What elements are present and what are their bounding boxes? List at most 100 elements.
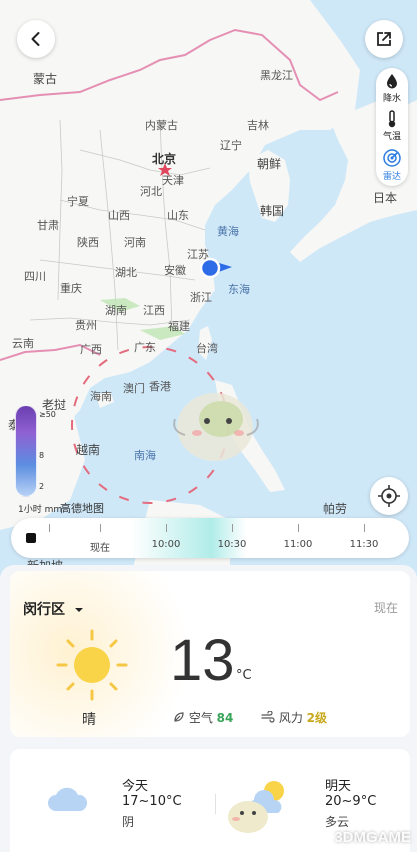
current-condition: 晴	[82, 712, 96, 728]
map-label-beijing: 北京	[152, 152, 177, 166]
legend-caption: 1小时 mm	[18, 505, 63, 515]
map-label-yuenan: 越南	[76, 443, 101, 457]
watermark-logo: 3DMGAME	[334, 829, 411, 846]
legend-tick-max: ≥50	[39, 410, 56, 419]
forecast-divider	[215, 794, 216, 814]
map-label-gansu: 甘肃	[37, 219, 59, 232]
current-weather-card[interactable]: 闵行区 现在 13 °C 晴 空气 84 风力 2级	[10, 571, 410, 737]
radar-icon	[383, 149, 401, 167]
droplet-icon	[387, 74, 397, 89]
layer-radar[interactable]: 雷达	[376, 148, 408, 184]
layer-label: 气温	[382, 132, 401, 142]
chevron-left-icon	[31, 32, 40, 46]
map-label-fujian: 福建	[168, 320, 190, 333]
map-label-yunnan: 云南	[12, 337, 34, 350]
map-label-nanhai: 南海	[134, 449, 156, 462]
map-label-jiangsu: 江苏	[187, 248, 209, 261]
map-label-guangxi: 广西	[80, 343, 102, 356]
now-label: 现在	[373, 601, 398, 615]
locate-button[interactable]	[370, 477, 408, 515]
wind-label: 风力	[278, 711, 303, 725]
wind-level[interactable]: 风力 2级	[261, 709, 327, 726]
precipitation-legend-bar	[15, 405, 37, 497]
map-label-zhejiang: 浙江	[190, 291, 212, 304]
timeline-tick	[49, 524, 50, 532]
map-label-liaoning: 辽宁	[220, 139, 242, 152]
timeline-tick	[232, 524, 233, 532]
legend-tick-mid: 8	[39, 451, 45, 460]
map-label-jiangxi: 江西	[143, 304, 165, 317]
forecast-tomorrow-range: 20~9°C	[325, 794, 377, 809]
map-label-shaanxi: 陕西	[77, 236, 99, 249]
temperature-unit: °C	[236, 668, 252, 683]
map-label-hebei: 河北	[140, 185, 162, 198]
weather-sheet: 闵行区 现在 13 °C 晴 空气 84 风力 2级 今天 17~10°C 阴 …	[0, 565, 417, 852]
radar-timeline[interactable]: 现在 10:00 10:30 11:00 11:30	[11, 518, 409, 558]
timeline-tick	[298, 524, 299, 532]
map-label-xianggang: 香港	[149, 380, 171, 393]
map-label-chongqing: 重庆	[60, 282, 82, 295]
map-label-neimenggu: 内蒙古	[145, 119, 178, 132]
timeline-progress-glow	[131, 518, 246, 558]
map-label-shanxi: 山西	[108, 209, 130, 222]
layer-temperature[interactable]: 气温	[376, 110, 408, 146]
timeline-label: 10:00	[151, 539, 181, 550]
timeline-label: 11:30	[349, 539, 379, 550]
layer-label: 雷达	[382, 172, 401, 182]
wind-value: 2级	[306, 711, 328, 725]
map-label-hubei: 湖北	[115, 266, 137, 279]
district-name: 闵行区	[23, 602, 65, 618]
map-label-taiwan: 台湾	[196, 342, 218, 355]
stop-square-icon[interactable]	[26, 533, 36, 543]
map-label-chaoxian: 朝鲜	[257, 157, 282, 171]
weather-map[interactable]: 蒙古 黑龙江 内蒙古 吉林 北京 辽宁 天津 朝鲜 河北 宁夏 山西 山东 韩国…	[0, 0, 417, 580]
wind-icon	[261, 710, 275, 723]
map-label-hanguo: 韩国	[260, 204, 285, 218]
map-label-jilin: 吉林	[247, 119, 269, 132]
crosshair-icon	[378, 485, 400, 507]
leaf-icon	[174, 712, 184, 722]
forecast-today-range: 17~10°C	[122, 794, 182, 809]
district-selector[interactable]: 闵行区	[23, 599, 84, 619]
cloud-icon	[48, 787, 88, 811]
map-label-ningxia: 宁夏	[67, 195, 89, 208]
map-label-hainan: 海南	[90, 390, 112, 403]
layer-precipitation[interactable]: 降水	[376, 72, 408, 108]
map-label-heilongjiang: 黑龙江	[260, 69, 293, 82]
map-layer-panel: 降水 气温 雷达	[376, 68, 408, 186]
forecast-today-title: 今天	[122, 779, 149, 794]
map-label-henan: 河南	[124, 236, 146, 249]
forecast-tomorrow-condition: 多云	[325, 815, 350, 829]
map-label-guangdong: 广东	[134, 341, 156, 354]
timeline-tick	[364, 524, 365, 532]
map-label-aomen: 澳门	[123, 382, 145, 395]
forecast-today-condition: 阴	[122, 815, 135, 829]
map-label-shandong: 山东	[167, 209, 189, 222]
thermometer-icon	[388, 110, 396, 128]
share-button[interactable]	[365, 20, 403, 58]
timeline-tick	[166, 524, 167, 532]
sun-icon	[56, 629, 128, 701]
map-label-guizhou: 贵州	[75, 319, 97, 332]
back-button[interactable]	[17, 20, 55, 58]
air-label: 空气	[188, 711, 213, 725]
partly-cloudy-icon	[228, 781, 284, 833]
layer-label: 降水	[382, 94, 401, 104]
map-label-donghai: 东海	[228, 283, 250, 296]
timeline-label: 11:00	[283, 539, 313, 550]
map-label-hunan: 湖南	[105, 304, 127, 317]
legend-tick-min: 2	[39, 482, 45, 491]
caret-down-icon	[74, 608, 83, 612]
map-label-sichuan: 四川	[24, 270, 46, 283]
timeline-tick	[100, 524, 101, 532]
air-value: 84	[216, 711, 234, 725]
timeline-label: 现在	[90, 543, 110, 554]
timeline-label: 10:30	[217, 539, 247, 550]
map-label-anhui: 安徽	[164, 264, 186, 277]
current-temperature: 13	[170, 628, 235, 693]
map-label-huanghai: 黄海	[217, 225, 239, 238]
map-label-palau: 帕劳	[323, 502, 348, 516]
map-label-riben: 日本	[373, 191, 398, 205]
air-quality[interactable]: 空气 84	[173, 709, 233, 726]
map-label-tianjin: 天津	[162, 174, 184, 187]
